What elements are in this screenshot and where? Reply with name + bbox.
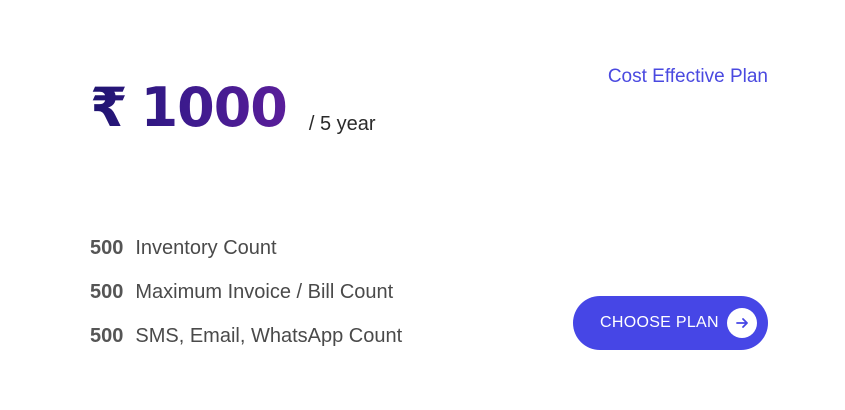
feature-list: 500 Inventory Count 500 Maximum Invoice … bbox=[90, 226, 402, 358]
pricing-card: ₹1000 / 5 year Cost Effective Plan 500 I… bbox=[0, 0, 845, 410]
feature-item-messaging: 500 SMS, Email, WhatsApp Count bbox=[90, 314, 402, 358]
arrow-right-icon bbox=[727, 308, 757, 338]
price-row: ₹1000 / 5 year bbox=[90, 76, 376, 140]
choose-plan-button[interactable]: CHOOSE PLAN bbox=[573, 296, 768, 350]
feature-count: 500 bbox=[90, 324, 124, 347]
feature-item-inventory: 500 Inventory Count bbox=[90, 226, 402, 270]
feature-label: Maximum Invoice / Bill Count bbox=[135, 280, 394, 303]
price-period: / 5 year bbox=[308, 113, 376, 135]
feature-label: Inventory Count bbox=[135, 236, 277, 259]
price-amount: ₹1000 bbox=[90, 76, 287, 140]
feature-count: 500 bbox=[90, 236, 124, 259]
currency-symbol: ₹ bbox=[90, 76, 127, 139]
feature-label: SMS, Email, WhatsApp Count bbox=[135, 324, 403, 347]
feature-item-invoice: 500 Maximum Invoice / Bill Count bbox=[90, 270, 402, 314]
feature-count: 500 bbox=[90, 280, 124, 303]
choose-plan-label: CHOOSE PLAN bbox=[600, 314, 719, 331]
plan-name: Cost Effective Plan bbox=[607, 66, 768, 87]
price-value: 1000 bbox=[140, 76, 287, 139]
